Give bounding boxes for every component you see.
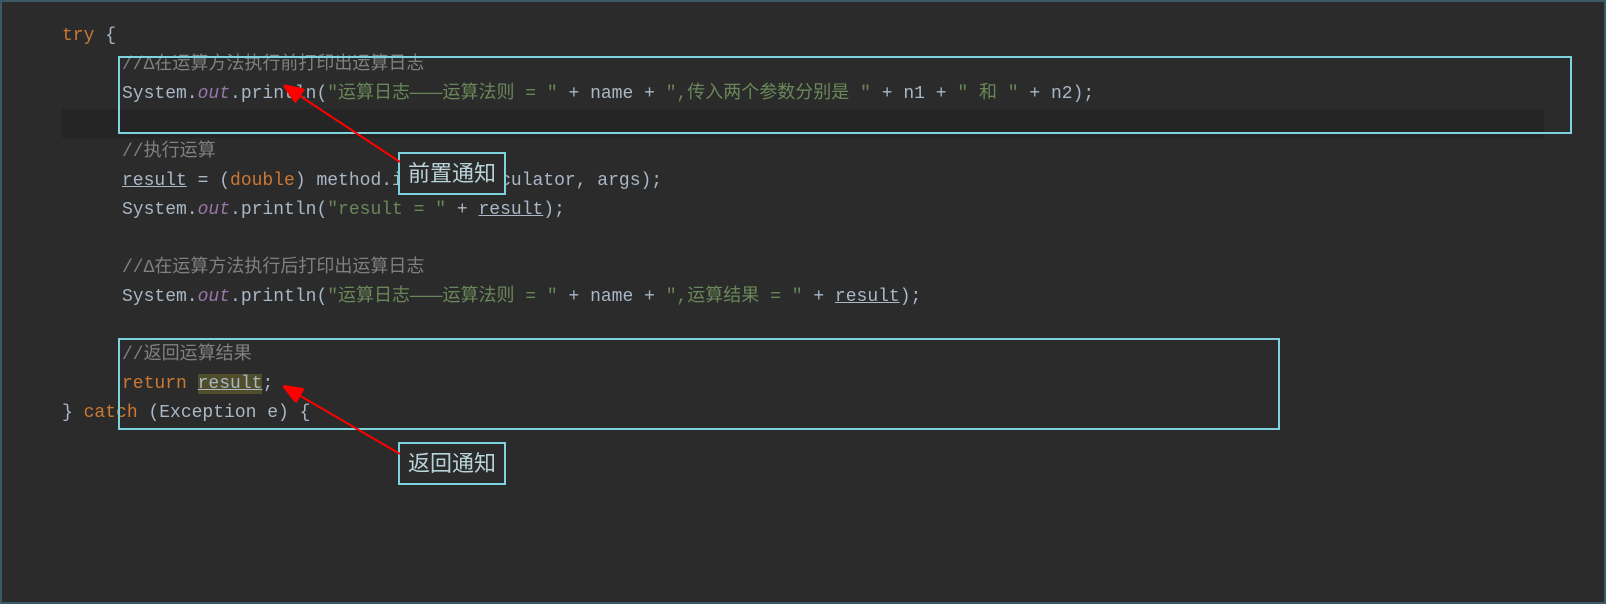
- out-field: out: [198, 287, 230, 307]
- comment-text: //Δ在运算方法执行后打印出运算日志: [122, 258, 424, 278]
- keyword-try: try: [62, 26, 105, 46]
- code-editor[interactable]: try { //Δ在运算方法执行前打印出运算日志 System.out.prin…: [2, 2, 1604, 448]
- annotation-label-before: 前置通知: [398, 152, 506, 195]
- string-literal: "result = ": [327, 200, 446, 220]
- comment-text: //返回运算结果: [122, 345, 252, 365]
- code-line-println2: System.out.println("result = " + result)…: [62, 196, 1544, 225]
- arrow-icon: [282, 382, 412, 462]
- empty-line: [62, 225, 1544, 254]
- arrow-icon: [282, 82, 412, 172]
- out-field: out: [198, 84, 230, 104]
- keyword-return: return: [122, 374, 198, 394]
- string-literal: ",运算结果 = ": [666, 287, 803, 307]
- code-line-try: try {: [62, 22, 1544, 51]
- code-line-comment-after: //Δ在运算方法执行后打印出运算日志: [62, 254, 1544, 283]
- result-var-highlighted: result: [198, 374, 263, 394]
- out-field: out: [198, 200, 230, 220]
- annotation-label-return: 返回通知: [398, 442, 506, 485]
- result-var: result: [122, 171, 187, 191]
- empty-line: [62, 312, 1544, 341]
- result-var: result: [835, 287, 900, 307]
- string-literal: " 和 ": [957, 84, 1018, 104]
- result-var: result: [478, 200, 543, 220]
- keyword-catch: catch: [84, 403, 149, 423]
- keyword-double: double: [230, 171, 295, 191]
- string-literal: "运算日志———运算法则 = ": [327, 287, 557, 307]
- code-line-println3: System.out.println("运算日志———运算法则 = " + na…: [62, 283, 1544, 312]
- comment-text: //执行运算: [122, 142, 216, 162]
- code-line-comment-before: //Δ在运算方法执行前打印出运算日志: [62, 51, 1544, 80]
- comment-text: //Δ在运算方法执行前打印出运算日志: [122, 55, 424, 75]
- string-literal: ",传入两个参数分别是 ": [666, 84, 871, 104]
- code-line-comment-return: //返回运算结果: [62, 341, 1544, 370]
